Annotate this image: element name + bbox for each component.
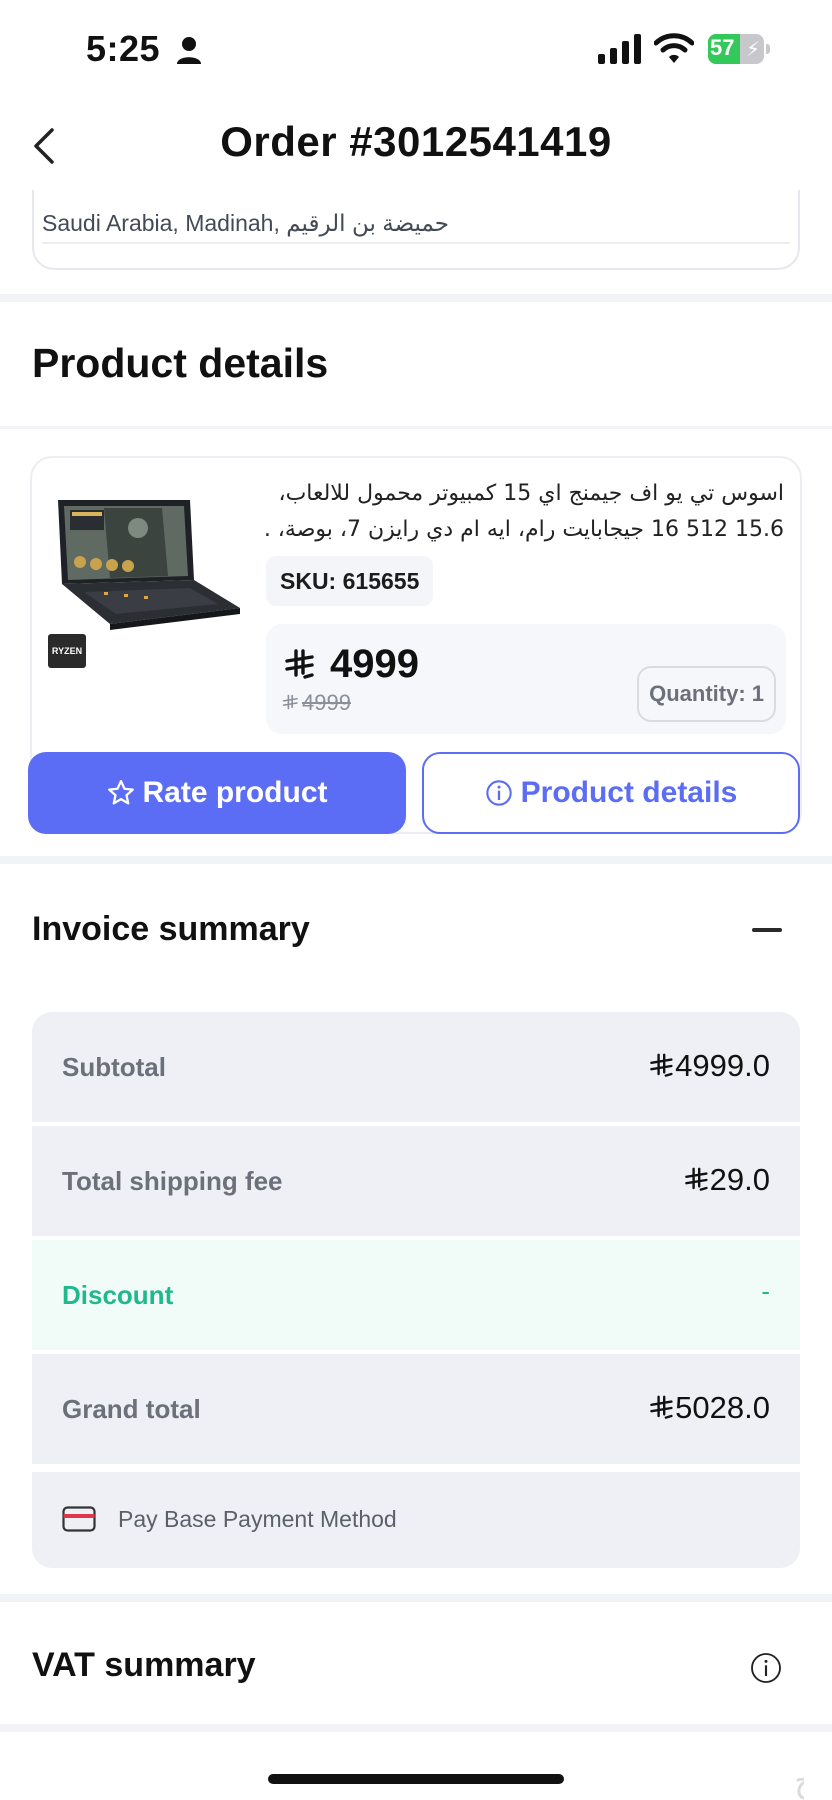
original-price: 4999: [282, 690, 351, 716]
product-name-line: 15.6 512 ‏16 جيجابايت رام، ايه ام دي راي…: [264, 517, 784, 542]
status-bar: 5:25 57 ⚡: [0, 0, 832, 100]
product-card: RYZEN اسوس تي يو اف جيمنج اي 15 كمبيوتر …: [28, 456, 802, 834]
section-divider: [0, 426, 832, 429]
home-indicator[interactable]: [268, 1774, 564, 1784]
invoice-row-subtotal: Subtotal 4999.0: [32, 1012, 800, 1122]
battery-body: 57 ⚡: [708, 34, 764, 64]
vat-section-title: VAT summary: [32, 1646, 256, 1684]
riyal-currency-icon: [282, 694, 298, 710]
section-divider: [0, 1724, 832, 1732]
riyal-currency-icon: [650, 1395, 673, 1419]
invoice-label: Total shipping fee: [62, 1166, 283, 1196]
collapse-icon[interactable]: [752, 928, 782, 932]
product-name[interactable]: اسوس تي يو اف جيمنج اي 15 كمبيوتر محمول …: [264, 476, 784, 548]
credit-card-icon: [62, 1506, 96, 1532]
svg-text:حراج: حراج: [794, 1761, 804, 1800]
invoice-label: Discount: [62, 1280, 174, 1310]
quantity-badge: Quantity: 1: [637, 666, 776, 722]
header: Order #3012541419: [0, 100, 832, 190]
address-text: Saudi Arabia, Madinah, حميضة بن الرقيم: [42, 210, 449, 236]
info-icon: [485, 780, 512, 806]
address-card: Saudi Arabia, Madinah, حميضة بن الرقيم: [32, 190, 800, 270]
charging-bolt-icon: ⚡: [746, 39, 761, 61]
sku-badge: SKU: 615655: [266, 556, 434, 606]
invoice-value: 5028.0: [649, 1390, 770, 1426]
current-price: 4999: [284, 642, 419, 687]
section-divider: [0, 856, 832, 864]
payment-method-label: Pay Base Payment Method: [118, 1506, 397, 1532]
ryzen-badge: RYZEN: [48, 634, 86, 668]
invoice-label: Grand total: [62, 1394, 201, 1424]
product-details-button[interactable]: Product details: [422, 752, 800, 834]
shipping-value: 29.0: [709, 1162, 770, 1197]
riyal-currency-icon: [684, 1167, 708, 1191]
star-icon: [108, 780, 135, 805]
product-section-title: Product details: [32, 340, 329, 386]
person-icon: [177, 37, 201, 64]
status-time: 5:25: [86, 28, 161, 69]
wifi-icon: [654, 33, 694, 63]
cellular-signal-icon: [598, 34, 641, 64]
invoice-summary-box: Subtotal 4999.0 Total shipping fee 29.0 …: [32, 1012, 800, 1568]
section-divider: [0, 1594, 832, 1602]
invoice-row-discount: Discount -: [32, 1240, 800, 1350]
rate-product-button[interactable]: Rate product: [28, 752, 406, 834]
price-box: 4999 4999 Quantity: 1: [266, 624, 786, 734]
invoice-row-shipping: Total shipping fee 29.0: [32, 1126, 800, 1236]
product-name-line: اسوس تي يو اف جيمنج اي 15 كمبيوتر محمول …: [278, 481, 784, 506]
discount-value: -: [761, 1276, 770, 1306]
subtotal-value: 4999.0: [675, 1048, 770, 1083]
haraj-watermark-logo: حراج: [794, 1761, 804, 1800]
product-details-label: Product details: [520, 776, 738, 809]
riyal-currency-icon: [285, 648, 314, 679]
invoice-section-title: Invoice summary: [32, 910, 310, 948]
invoice-label: Subtotal: [62, 1052, 166, 1082]
battery-percent: 57: [710, 35, 735, 60]
payment-method-row: Pay Base Payment Method: [32, 1472, 800, 1568]
invoice-row-grand-total: Grand total 5028.0: [32, 1354, 800, 1464]
battery-cap: [766, 44, 770, 54]
invoice-value: -: [761, 1276, 770, 1307]
info-icon[interactable]: [750, 1652, 782, 1684]
invoice-value: 29.0: [684, 1162, 770, 1198]
grand-total-value: 5028.0: [675, 1390, 770, 1425]
price-value: 4999: [330, 642, 419, 686]
battery-indicator: 57 ⚡: [708, 34, 770, 64]
riyal-currency-icon: [650, 1053, 673, 1077]
product-image[interactable]: [44, 496, 244, 634]
rate-product-label: Rate product: [142, 776, 328, 809]
page-title: Order #3012541419: [220, 118, 612, 165]
section-divider: [0, 294, 832, 302]
original-price-value: 4999: [302, 690, 351, 715]
invoice-value: 4999.0: [649, 1048, 770, 1084]
